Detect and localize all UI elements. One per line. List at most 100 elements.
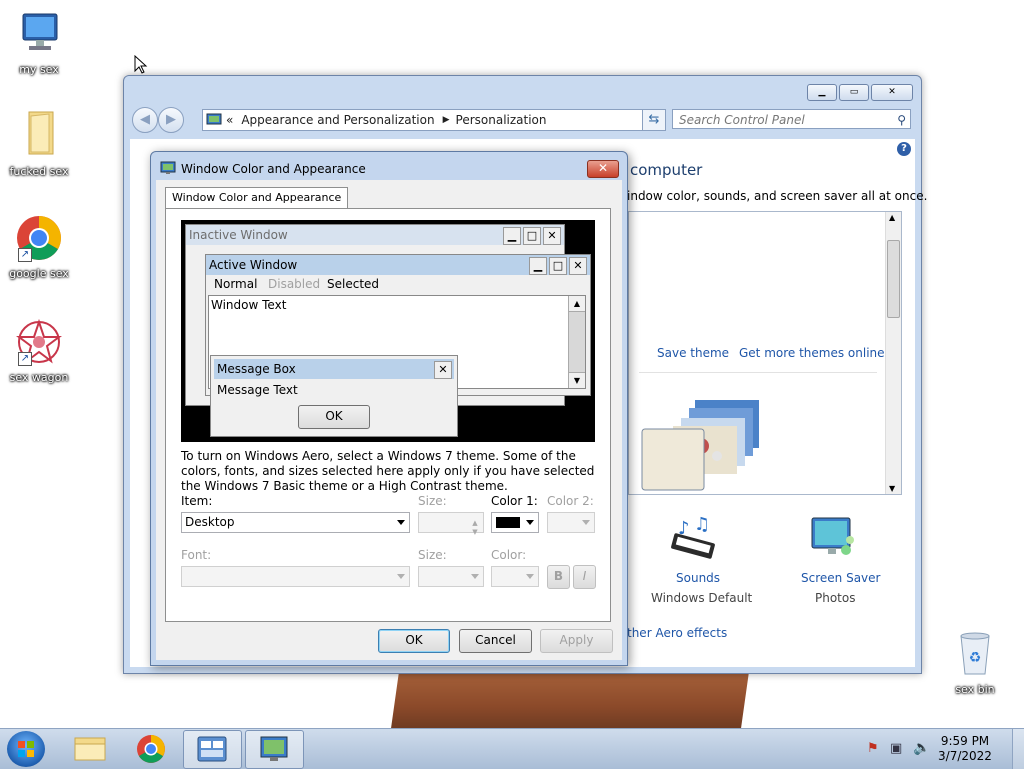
address-bar[interactable]: « Appearance and Personalization ▶ Perso… (202, 109, 661, 131)
folder-icon (28, 111, 54, 155)
action-center-flag-icon[interactable]: ⚑ (867, 741, 879, 756)
chrome-icon (137, 735, 165, 763)
size-spinner[interactable]: ▲ ▼ (418, 512, 484, 536)
search-input[interactable]: Search Control Panel ⚲ (672, 109, 911, 129)
sounds-value: Windows Default (651, 591, 753, 605)
page-heading: computer (630, 161, 703, 179)
apply-button[interactable]: Apply (540, 629, 613, 653)
show-desktop-button[interactable] (1012, 729, 1024, 769)
network-icon[interactable]: ▣ (890, 741, 902, 756)
scroll-down-icon: ▼ (569, 372, 585, 388)
appearance-preview[interactable]: Inactive Window ▁ □ ✕ Active Window ▁ □ ✕ No… (181, 220, 595, 442)
sounds-icon[interactable]: ♪ ♫ (668, 516, 722, 564)
font-size-label: Size: (418, 548, 447, 562)
cancel-button[interactable]: Cancel (459, 629, 532, 653)
desktop-icon-label: sex bin (955, 683, 995, 696)
font-label: Font: (181, 548, 212, 562)
maximize-button[interactable]: ▭ (839, 84, 869, 101)
font-color-label: Color: (491, 548, 527, 562)
taskbar-personalization[interactable] (245, 730, 304, 769)
desktop-icon-computer[interactable]: my sex (4, 10, 74, 76)
close-icon: ✕ (569, 257, 587, 275)
item-value: Desktop (185, 515, 235, 529)
svg-text:♪: ♪ (678, 518, 690, 539)
start-button[interactable] (7, 731, 45, 767)
minimize-button[interactable]: ▁ (807, 84, 837, 101)
clock-date: 3/7/2022 (938, 749, 992, 763)
font-dropdown[interactable] (181, 566, 410, 587)
screen-saver-link[interactable]: Screen Saver (801, 571, 880, 585)
italic-button[interactable]: I (573, 565, 596, 589)
dialog-body: Window Color and Appearance Inactive Win… (156, 180, 622, 660)
dialog-close-button[interactable]: ✕ (587, 160, 619, 178)
get-more-themes-link[interactable]: Get more themes online (739, 346, 885, 360)
sounds-link[interactable]: Sounds (676, 571, 720, 585)
theme-list[interactable]: ▲ ▼ Save theme Get more themes online (628, 211, 902, 495)
ok-button[interactable]: OK (378, 629, 450, 653)
aero-info-text: To turn on Windows Aero, select a Window… (181, 449, 595, 493)
theme-list-scrollbar[interactable]: ▲ ▼ (885, 212, 901, 494)
forward-button[interactable]: ▶ (158, 107, 184, 133)
desktop-icon-wagon[interactable]: ↗ sex wagon (4, 318, 74, 384)
save-theme-link[interactable]: Save theme (657, 346, 729, 360)
desktop-icon-label: my sex (19, 63, 59, 76)
preview-message-box-title: Message Box (214, 359, 454, 379)
desktop-icon-label: fucked sex (9, 165, 69, 178)
screen-saver-icon[interactable] (808, 514, 858, 564)
breadcrumb-personalization[interactable]: Personalization (456, 113, 547, 127)
preview-active-buttons: ▁ □ ✕ (529, 257, 587, 275)
control-panel-icon (197, 736, 227, 762)
desktop-icon-recycle-bin[interactable]: ♻ sex bin (940, 630, 1010, 696)
tab-window-color-appearance[interactable]: Window Color and Appearance (165, 187, 349, 209)
scroll-up-icon: ▲ (569, 296, 585, 312)
volume-icon[interactable]: 🔈 (913, 740, 930, 756)
close-icon: ✕ (434, 361, 452, 379)
theme-divider (639, 372, 877, 373)
font-color-picker[interactable] (491, 566, 539, 587)
maximize-icon: □ (549, 257, 567, 275)
system-clock[interactable]: 9:59 PM 3/7/2022 (930, 734, 1000, 764)
item-dropdown[interactable]: Desktop (181, 512, 410, 533)
taskbar-control-panel[interactable] (183, 730, 242, 769)
clock-time: 9:59 PM (940, 734, 990, 748)
photos-theme-thumbnail-icon[interactable] (641, 398, 765, 492)
search-icon[interactable]: ⚲ (897, 110, 906, 130)
minimize-icon: ▁ (503, 227, 521, 245)
chevron-down-icon (397, 574, 405, 579)
spin-down-icon: ▼ (472, 528, 478, 536)
chevron-down-icon (471, 574, 479, 579)
desktop-icon-chrome[interactable]: ↗ google sex (4, 214, 74, 280)
taskbar-chrome[interactable] (122, 730, 179, 767)
back-button[interactable]: ◀ (132, 107, 158, 133)
help-icon[interactable]: ? (897, 142, 911, 156)
preview-ok-button: OK (298, 405, 370, 429)
desktop-wallpaper-fragment (390, 670, 750, 730)
minimize-icon: ▁ (529, 257, 547, 275)
aero-effects-link[interactable]: ther Aero effects (627, 626, 727, 640)
color1-label: Color 1: (491, 494, 538, 508)
close-button[interactable]: ✕ (871, 84, 913, 101)
address-prefix: « (226, 113, 234, 127)
taskbar-explorer[interactable] (61, 730, 118, 767)
desktop-icon-folder[interactable]: fucked sex (4, 108, 74, 178)
taskbar: ⚑ ▣ 🔈 9:59 PM 3/7/2022 (0, 728, 1024, 769)
folder-icon (74, 737, 106, 761)
mouse-cursor-icon (134, 55, 148, 74)
close-icon: ✕ (543, 227, 561, 245)
bold-button[interactable]: B (547, 565, 570, 589)
desktop-icon-label: google sex (9, 267, 69, 280)
preview-inactive-buttons: ▁ □ ✕ (503, 227, 561, 245)
spin-up-icon: ▲ (472, 519, 478, 527)
font-size-dropdown[interactable] (418, 566, 484, 587)
search-placeholder: Search Control Panel (679, 113, 805, 127)
size-label: Size: (418, 494, 447, 508)
item-label: Item: (181, 494, 213, 508)
display-icon (160, 161, 176, 174)
breadcrumb-appearance[interactable]: Appearance and Personalization (241, 113, 434, 127)
color1-picker[interactable] (491, 512, 539, 533)
preview-message-box[interactable]: Message Box ✕ Message Text OK (210, 355, 458, 437)
scroll-down-icon: ▼ (889, 484, 896, 493)
chevron-down-icon (526, 574, 534, 579)
refresh-button[interactable]: ⇆ (642, 109, 666, 131)
color2-picker[interactable] (547, 512, 595, 533)
